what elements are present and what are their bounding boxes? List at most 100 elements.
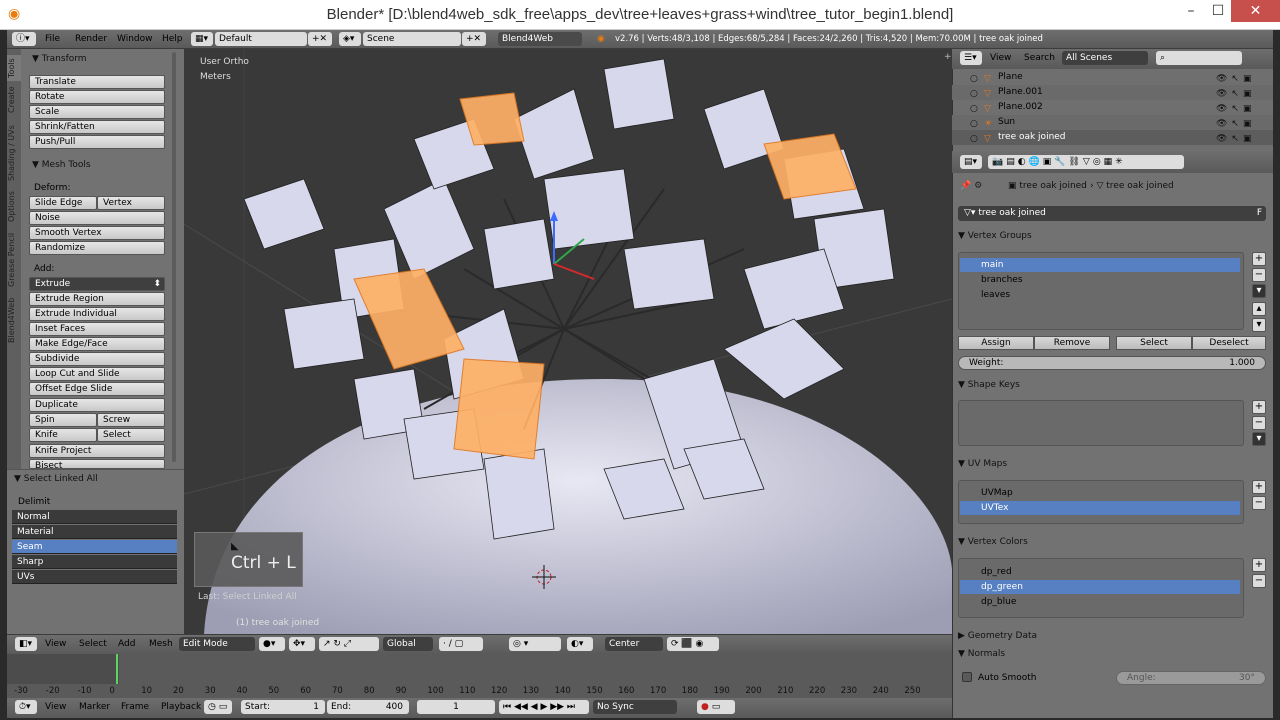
- preview-range-toggle[interactable]: ◷ ▭: [204, 700, 232, 714]
- layout-add-remove[interactable]: +✕: [308, 32, 332, 46]
- rotate-button[interactable]: Rotate: [29, 90, 165, 104]
- spin-button[interactable]: Spin: [29, 413, 97, 427]
- manipulator-toggles[interactable]: ↗ ↻ ⤢: [319, 637, 379, 651]
- timeline-menu-frame[interactable]: Frame: [121, 702, 149, 712]
- start-frame-field[interactable]: Start: 1: [241, 700, 325, 714]
- vertex-group-specials-button[interactable]: ▾: [1252, 284, 1266, 298]
- move-up-icon[interactable]: ▴: [1252, 302, 1266, 316]
- proportional-edit[interactable]: ◎ ▾: [509, 637, 561, 651]
- menu-add[interactable]: Add: [118, 639, 135, 649]
- loop-cut-slide-button[interactable]: Loop Cut and Slide: [29, 367, 165, 381]
- shape-key-specials-button[interactable]: ▾: [1252, 432, 1266, 446]
- scene-add-remove[interactable]: +✕: [462, 32, 486, 46]
- vertex-group-leaves[interactable]: leaves: [960, 288, 1240, 302]
- shape-keys-list[interactable]: [958, 400, 1244, 446]
- make-edge-face-button[interactable]: Make Edge/Face: [29, 337, 165, 351]
- inset-faces-button[interactable]: Inset Faces: [29, 322, 165, 336]
- vertex-group-main[interactable]: main: [960, 258, 1240, 272]
- duplicate-button[interactable]: Duplicate: [29, 398, 165, 412]
- minimize-button[interactable]: –: [1176, 0, 1206, 22]
- translate-button[interactable]: Translate: [29, 75, 165, 89]
- toolshelf-scrollbar[interactable]: [172, 52, 176, 462]
- sync-select[interactable]: No Sync: [593, 700, 677, 714]
- redo-panel-header[interactable]: ▼ Select Linked All: [10, 471, 170, 487]
- end-frame-field[interactable]: End: 400: [327, 700, 409, 714]
- scale-button[interactable]: Scale: [29, 105, 165, 119]
- vertex-colors-header[interactable]: ▼ Vertex Colors: [958, 537, 1028, 547]
- split-area-icon[interactable]: +: [944, 53, 952, 62]
- normals-header[interactable]: ▼ Normals: [958, 649, 1005, 659]
- tab-create[interactable]: Create: [7, 85, 21, 115]
- shading-select[interactable]: ●▾: [259, 637, 285, 651]
- menu-help[interactable]: Help: [162, 34, 183, 44]
- delimit-sharp[interactable]: Sharp: [12, 555, 177, 569]
- layout-field[interactable]: Default: [215, 32, 307, 46]
- close-button[interactable]: ✕: [1231, 0, 1280, 22]
- weight-slider[interactable]: Weight: 1.000: [958, 356, 1266, 370]
- maximize-button[interactable]: ☐: [1203, 0, 1233, 22]
- outliner-restrict-icons[interactable]: 👁↖▣ 👁↖▣ 👁↖▣ 👁↖▣ 👁↖▣: [1216, 72, 1266, 144]
- delimit-seam[interactable]: Seam: [12, 540, 177, 554]
- extrude-menu[interactable]: Extrude ⬍: [29, 277, 165, 291]
- vertex-group-branches[interactable]: branches: [960, 273, 1240, 287]
- add-shape-key-button[interactable]: +: [1252, 400, 1266, 414]
- extrude-individual-button[interactable]: Extrude Individual: [29, 307, 165, 321]
- timeline-menu-playback[interactable]: Playback: [161, 702, 201, 712]
- offset-edge-slide-button[interactable]: Offset Edge Slide: [29, 382, 165, 396]
- uv-map-uvmap[interactable]: UVMap: [960, 486, 1240, 500]
- menu-file[interactable]: File: [45, 34, 60, 44]
- outliner-search-input[interactable]: ⌕: [1156, 51, 1242, 65]
- properties-context-tabs[interactable]: 📷▤◐🌐▣🔧⛓▽◎▦✳: [988, 155, 1184, 169]
- pin-icon[interactable]: 📌 ⚙: [960, 181, 1000, 193]
- remove-uv-map-button[interactable]: −: [1252, 496, 1266, 510]
- playback-controls[interactable]: ⏮ ◀◀ ◀ ▶ ▶▶ ⏭: [499, 700, 589, 714]
- outliner-menu-search[interactable]: Search: [1024, 53, 1055, 63]
- outliner-menu-view[interactable]: View: [990, 53, 1011, 63]
- remove-vertex-group-button[interactable]: −: [1252, 268, 1266, 282]
- editor-type-properties-icon[interactable]: ▤▾: [960, 155, 982, 169]
- menu-view[interactable]: View: [45, 639, 66, 649]
- screw-button[interactable]: Screw: [97, 413, 165, 427]
- editor-type-3d-icon[interactable]: ◧▾: [15, 637, 37, 651]
- uv-maps-header[interactable]: ▼ UV Maps: [958, 459, 1007, 469]
- remove-shape-key-button[interactable]: −: [1252, 416, 1266, 430]
- geometry-data-header[interactable]: ▶ Geometry Data: [958, 631, 1037, 641]
- delimit-uvs[interactable]: UVs: [12, 570, 177, 584]
- editor-type-info-icon[interactable]: ⓘ▾: [12, 32, 36, 46]
- knife-select-button[interactable]: Select: [97, 428, 165, 442]
- delimit-material[interactable]: Material: [12, 525, 177, 539]
- menu-render[interactable]: Render: [75, 34, 107, 44]
- current-frame-field[interactable]: 1: [417, 700, 495, 714]
- tab-grease-pencil[interactable]: Grease Pencil: [7, 229, 21, 291]
- select-mode-buttons[interactable]: · / ▢: [439, 637, 483, 651]
- bisect-button[interactable]: Bisect: [29, 459, 165, 469]
- subdivide-button[interactable]: Subdivide: [29, 352, 165, 366]
- transform-panel-header[interactable]: ▼ Transform: [28, 51, 168, 67]
- orientation-select[interactable]: Global: [383, 637, 433, 651]
- breadcrumb-mesh[interactable]: › ▽ tree oak joined: [1090, 181, 1174, 191]
- editor-type-timeline-icon[interactable]: ⏱▾: [15, 700, 37, 714]
- shrink-fatten-button[interactable]: Shrink/Fatten: [29, 120, 165, 134]
- knife-button[interactable]: Knife: [29, 428, 97, 442]
- scene-field[interactable]: Scene: [363, 32, 461, 46]
- auto-smooth-checkbox[interactable]: [962, 672, 972, 682]
- move-down-icon[interactable]: ▾: [1252, 318, 1266, 332]
- shape-keys-header[interactable]: ▼ Shape Keys: [958, 380, 1020, 390]
- vertex-color-dp-blue[interactable]: dp_blue: [960, 595, 1240, 609]
- noise-button[interactable]: Noise: [29, 211, 165, 225]
- vertex-groups-header[interactable]: ▼ Vertex Groups: [958, 231, 1032, 241]
- add-vertex-color-button[interactable]: +: [1252, 558, 1266, 572]
- menu-window[interactable]: Window: [117, 34, 153, 44]
- select-button[interactable]: Select: [1116, 336, 1192, 350]
- tab-shading-uvs[interactable]: Shading / UVs: [7, 119, 21, 187]
- timeline[interactable]: -30 -20 -10 0 10 20 30 40 50 60 70 80 90 100 110 120 130…: [7, 654, 952, 698]
- mesh-tools-panel-header[interactable]: ▼ Mesh Tools: [28, 157, 168, 173]
- delimit-normal[interactable]: Normal: [12, 510, 177, 524]
- mode-select[interactable]: Edit Mode: [179, 637, 255, 651]
- tab-options[interactable]: Options: [7, 189, 21, 225]
- remove-vertex-color-button[interactable]: −: [1252, 574, 1266, 588]
- menu-mesh[interactable]: Mesh: [149, 639, 173, 649]
- vertex-color-dp-red[interactable]: dp_red: [960, 565, 1240, 579]
- knife-project-button[interactable]: Knife Project: [29, 444, 165, 458]
- slide-edge-button[interactable]: Slide Edge: [29, 196, 97, 210]
